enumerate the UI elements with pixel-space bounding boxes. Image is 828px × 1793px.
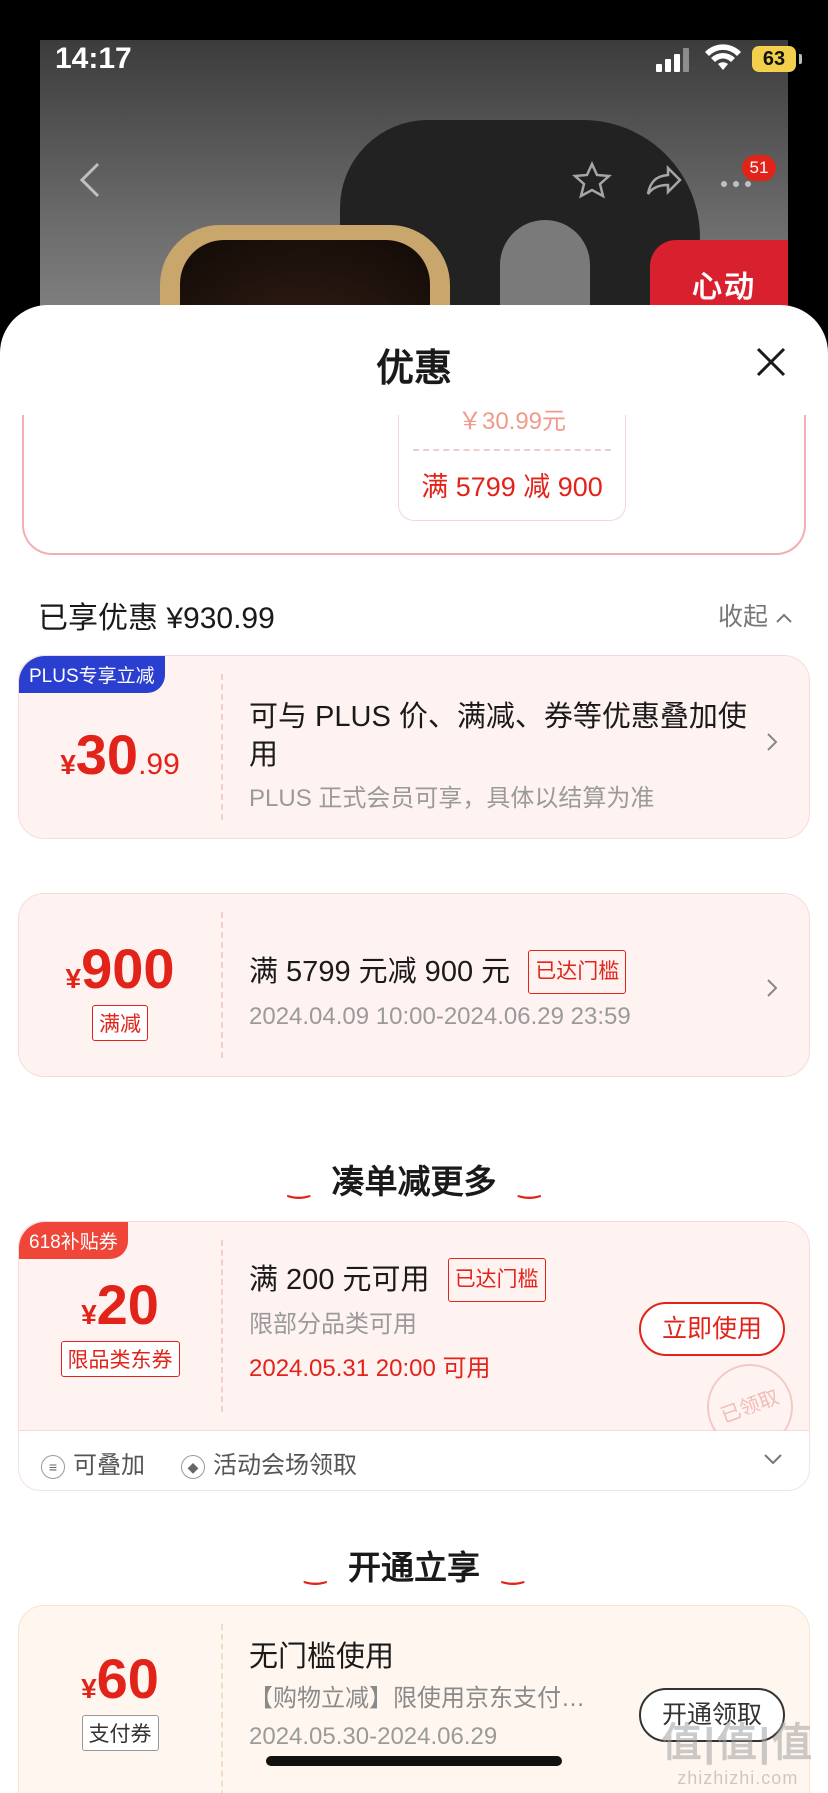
source-icon: ◆ [181,1454,205,1479]
full-reduction-card[interactable]: ¥900 满减 满 5799 元减 900 元 已达门槛 2024.04.09 … [18,893,810,1077]
chevron-right-icon [765,974,779,1006]
expand-chevron-icon[interactable] [763,1445,783,1473]
breakdown-item: ￥30.99元 满 5799 减 900 [398,408,626,521]
stack-icon: ≡ [41,1454,65,1479]
payment-price: ¥60 [81,1647,159,1710]
site-watermark: 值|值|值 zhizhizhi.com [661,1721,814,1788]
smile-icon: ‿ [304,1554,326,1585]
subsidy-coupon-card: 618补贴券 ¥20 限品类东券 满 200 元可用 已达门槛 限部分品类可用 … [18,1221,810,1463]
favorite-star-icon[interactable] [571,160,613,207]
stackable-label: 可叠加 [73,1452,145,1479]
coupon-title: 满 200 元可用 [249,1264,430,1296]
signal-icon [656,48,692,72]
threshold-tag: 已达门槛 [447,1258,546,1302]
sheet-title: 优惠 [375,348,452,390]
smile-icon: ‿ [502,1554,524,1585]
back-icon[interactable] [78,160,102,207]
discount-sheet: 优惠 ￥30.99元 满 5799 减 900 已享优惠 ¥930.99 收起 … [0,305,828,1793]
discount-summary: 已享优惠 ¥930.99 [38,602,275,635]
coupon-subtitle: 限部分品类可用 [249,1311,417,1338]
plus-discount-card[interactable]: PLUS专享立减 ¥30.99 可与 PLUS 价、满减、券等优惠叠加使用 PL… [18,655,810,839]
breakdown-rule: 满 5799 减 900 [421,472,603,502]
share-icon[interactable] [644,160,684,207]
reduction-date: 2024.04.09 10:00-2024.06.29 23:59 [249,1003,631,1030]
payment-subtitle: 【购物立减】限使用京东支付… [249,1685,585,1712]
section-title-more: ‿ 凑单减更多 ‿ [287,1163,541,1200]
payment-type-tag: 支付券 [81,1715,159,1751]
plus-price: ¥30.99 [60,723,180,786]
payment-title: 无门槛使用 [249,1641,395,1673]
threshold-tag: 已达门槛 [528,950,627,994]
chevron-up-icon [776,613,792,624]
coupon-footer: ≡ 可叠加 ◆ 活动会场领取 [18,1431,810,1491]
smile-icon: ‿ [518,1168,541,1199]
product-nav-bar [0,150,828,220]
status-time: 14:17 [55,42,132,75]
battery-icon: 63 [752,46,802,72]
smile-icon: ‿ [287,1168,310,1199]
coupon-type-tag: 限品类东券 [60,1341,180,1377]
status-bar: 14:17 63 [0,0,828,110]
home-indicator [266,1756,562,1766]
plus-card-subtitle: PLUS 正式会员可享，具体以结算为准 [249,785,655,812]
wifi-icon [705,44,741,70]
payment-date: 2024.05.30-2024.06.29 [249,1723,498,1750]
reduction-price: ¥900 [65,937,175,1000]
reduction-title: 满 5799 元减 900 元 [249,956,511,988]
plus-card-title: 可与 PLUS 价、满减、券等优惠叠加使用 [249,701,747,771]
source-label: 活动会场领取 [213,1452,357,1479]
coupon-date: 2024.05.31 20:00 可用 [249,1355,491,1382]
collapse-button[interactable]: 收起 [718,597,793,633]
use-now-button[interactable]: 立即使用 [639,1302,785,1356]
chevron-right-icon [765,728,779,760]
reduction-type-tag: 满减 [92,1005,148,1041]
price-breakdown-card: ￥30.99元 满 5799 减 900 [22,408,806,555]
close-icon[interactable] [754,345,788,379]
section-title-open: ‿ 开通立享 ‿ [304,1549,524,1586]
coupon-price: ¥20 [81,1273,159,1336]
notification-badge: 51 [742,155,776,181]
